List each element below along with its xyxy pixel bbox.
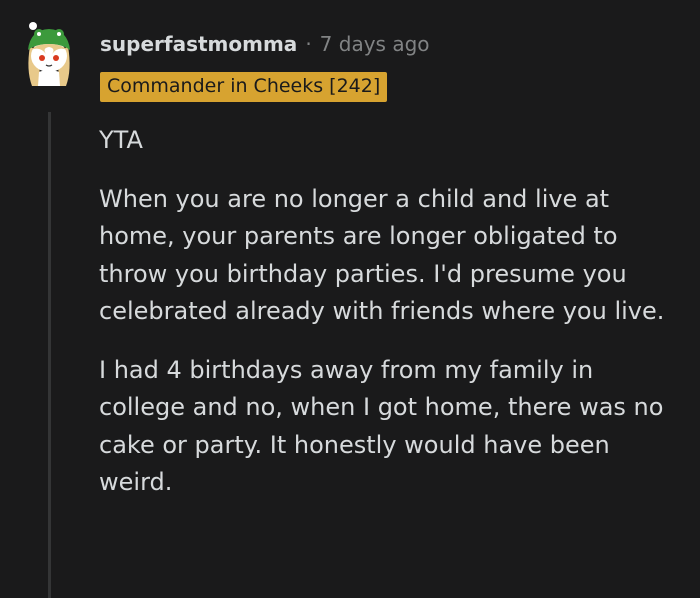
username-link[interactable]: superfastmomma (100, 32, 297, 56)
comment-paragraph: I had 4 birthdays away from my family in… (99, 355, 664, 497)
comment-paragraph: When you are no longer a child and live … (99, 184, 665, 326)
comment-body: YTA When you are no longer a child and l… (99, 122, 684, 523)
timestamp[interactable]: 7 days ago (320, 32, 430, 56)
comment: superfastmomma · 7 days ago Commander in… (0, 0, 700, 598)
meta-separator: · (305, 32, 312, 56)
avatar[interactable] (22, 20, 76, 90)
comment-paragraph: YTA (99, 126, 143, 154)
thread-line[interactable] (48, 112, 51, 598)
snoo-avatar-icon (28, 22, 70, 86)
user-flair: Commander in Cheeks [242] (100, 72, 388, 102)
comment-meta: superfastmomma · 7 days ago (100, 32, 430, 56)
